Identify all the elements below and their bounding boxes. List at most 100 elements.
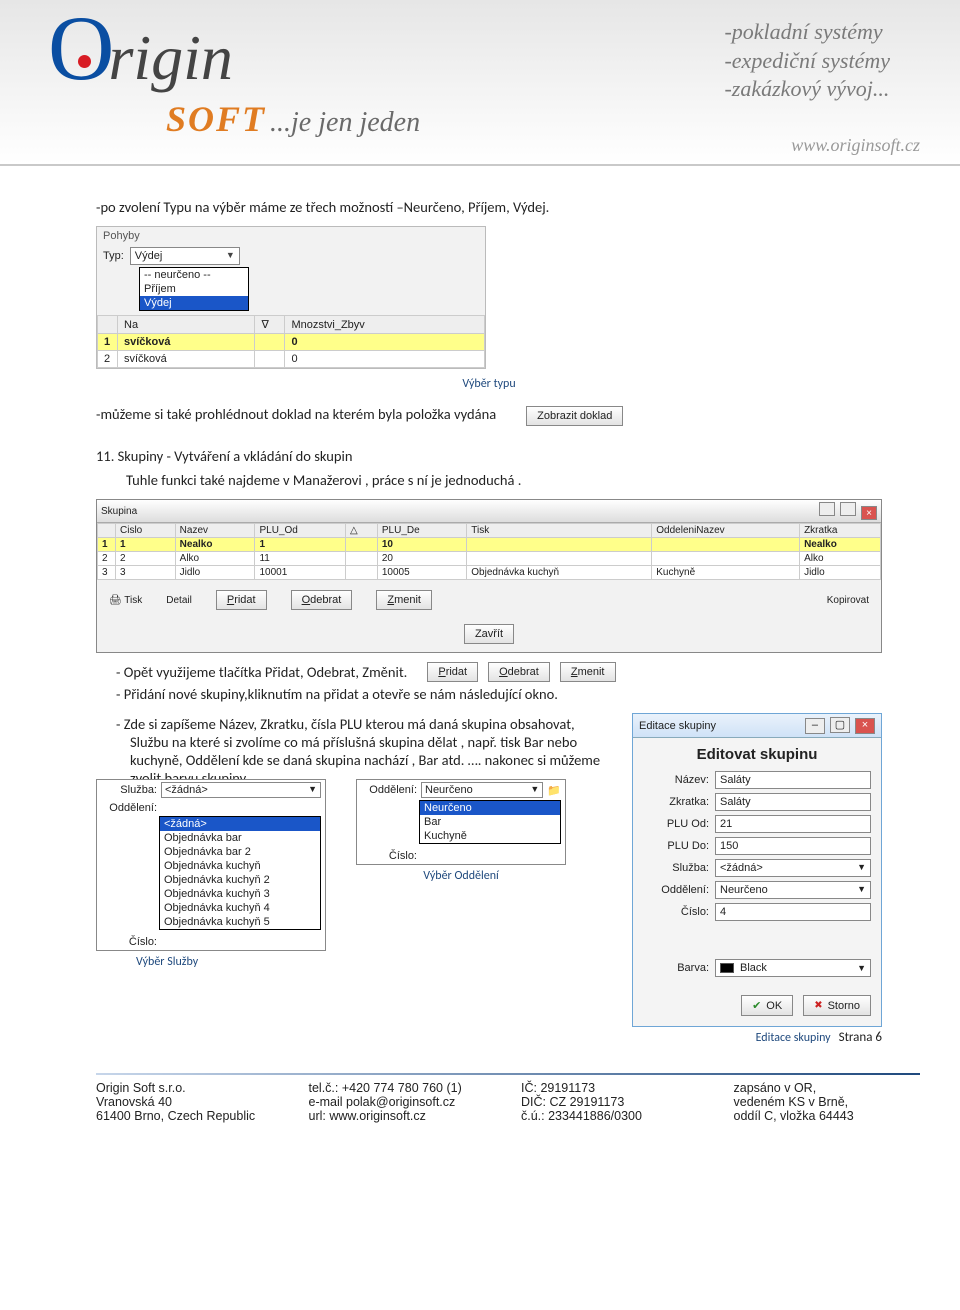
dialog-title: Editace skupiny bbox=[639, 720, 716, 732]
footer-company: Origin Soft s.r.o. bbox=[96, 1081, 283, 1095]
maximize-icon[interactable] bbox=[840, 502, 856, 516]
footer-or1: zapsáno v OR, bbox=[734, 1081, 921, 1095]
table-row[interactable]: 3 3 Jidlo 10001 10005 Objednávka kuchyň … bbox=[98, 566, 881, 580]
bullet-1: Opět využijeme tlačítka Přidat, Odebrat,… bbox=[130, 663, 407, 681]
col-cislo: Cislo bbox=[116, 524, 176, 538]
cell-name: svíčková bbox=[118, 334, 255, 351]
list-item[interactable]: Objednávka kuchyň bbox=[160, 859, 320, 873]
footer-ic: IČ: 29191173 bbox=[521, 1081, 708, 1095]
list-item[interactable]: Objednávka bar bbox=[160, 831, 320, 845]
para-doklad: -můžeme si také prohlédnout doklad na kt… bbox=[96, 405, 496, 423]
detail-button[interactable]: Detail bbox=[166, 595, 192, 606]
footer-dic: DIČ: CZ 29191173 bbox=[521, 1095, 708, 1109]
zkratka-label: Zkratka: bbox=[643, 796, 709, 808]
typ-opt-1[interactable]: Příjem bbox=[140, 282, 248, 296]
footer: Origin Soft s.r.o. Vranovská 40 61400 Br… bbox=[0, 1077, 960, 1137]
tisk-button[interactable]: Tisk bbox=[124, 595, 142, 606]
typ-opt-2[interactable]: Výdej bbox=[140, 296, 248, 310]
typ-dropdown-list[interactable]: -- neurčeno -- Příjem Výdej bbox=[139, 267, 249, 311]
chevron-down-icon: ▼ bbox=[857, 884, 866, 896]
oddeleni-combobox[interactable]: Neurčeno▼ bbox=[421, 782, 543, 798]
sluzba-option-list[interactable]: <žádná> Objednávka bar Objednávka bar 2 … bbox=[159, 816, 321, 930]
sluzba-combobox[interactable]: <žádná>▼ bbox=[161, 782, 321, 798]
col-tisk: Tisk bbox=[467, 524, 652, 538]
caption-editace: Editace skupiny bbox=[756, 1031, 831, 1045]
caption-vyber-typu: Výběr typu bbox=[96, 377, 882, 391]
pluod-field[interactable]: 21 bbox=[715, 815, 871, 833]
col-nazev: Nazev bbox=[175, 524, 255, 538]
oddeleni-select[interactable]: Neurčeno▼ bbox=[715, 881, 871, 899]
tagline-1: -pokladní systémy bbox=[724, 18, 890, 47]
cislo-field[interactable]: 4 bbox=[715, 903, 871, 921]
zmenit-button[interactable]: Zmenit bbox=[376, 590, 432, 610]
sluzba-select[interactable]: <žádná>▼ bbox=[715, 859, 871, 877]
list-item[interactable]: Neurčeno bbox=[420, 801, 560, 815]
barva-select[interactable]: Black ▼ bbox=[715, 959, 871, 977]
typ-combobox[interactable]: Výdej ▼ bbox=[130, 247, 240, 265]
table-row[interactable]: 1 svíčková 0 bbox=[98, 334, 485, 351]
pluod-label: PLU Od: bbox=[643, 818, 709, 830]
zavrit-button[interactable]: Zavřít bbox=[464, 624, 514, 644]
zkratka-field[interactable]: Saláty bbox=[715, 793, 871, 811]
sluzba-label: Služba: bbox=[101, 784, 157, 796]
nazev-field[interactable]: Saláty bbox=[715, 771, 871, 789]
col-plude: PLU_De bbox=[377, 524, 466, 538]
kopirovat-button[interactable]: Kopirovat bbox=[827, 595, 869, 606]
zobrazit-doklad-button[interactable]: Zobrazit doklad bbox=[526, 406, 623, 426]
logo-letter-O: O bbox=[48, 12, 114, 86]
zmenit-button-inline[interactable]: Zmenit bbox=[560, 662, 616, 682]
typ-opt-0[interactable]: -- neurčeno -- bbox=[140, 268, 248, 282]
minimize-icon[interactable] bbox=[819, 502, 835, 516]
bullet-3: Zde si zapíšeme Název, Zkratku, čísla PL… bbox=[130, 715, 614, 787]
list-item[interactable]: Objednávka kuchyň 5 bbox=[160, 915, 320, 929]
list-item[interactable]: Bar bbox=[420, 815, 560, 829]
oddeleni-option-list[interactable]: Neurčeno Bar Kuchyně bbox=[419, 800, 561, 844]
cell-qty: 0 bbox=[285, 351, 485, 368]
tagline-3: -zakázkový vývoj... bbox=[724, 75, 890, 104]
chevron-down-icon: ▼ bbox=[226, 250, 235, 262]
plude-field[interactable]: 150 bbox=[715, 837, 871, 855]
table-row[interactable]: 2 svíčková 0 bbox=[98, 351, 485, 368]
odd-label: Oddělení: bbox=[101, 802, 157, 814]
close-icon[interactable]: × bbox=[861, 506, 877, 520]
cell-name: svíčková bbox=[118, 351, 255, 368]
ok-button[interactable]: OK bbox=[741, 995, 793, 1016]
minimize-icon[interactable]: – bbox=[805, 718, 825, 734]
pridat-button-inline[interactable]: Pridat bbox=[427, 662, 478, 682]
footer-city: 61400 Brno, Czech Republic bbox=[96, 1109, 283, 1123]
storno-button[interactable]: Storno bbox=[803, 995, 871, 1016]
cislo-label: Číslo: bbox=[101, 936, 157, 948]
chevron-down-icon: ▼ bbox=[857, 963, 866, 973]
footer-or2: vedeném KS v Brně, bbox=[734, 1095, 921, 1109]
editace-dialog: Editace skupiny – ▢ × Editovat skupinu N… bbox=[632, 713, 882, 1027]
maximize-icon[interactable]: ▢ bbox=[830, 717, 850, 733]
list-item[interactable]: Kuchyně bbox=[420, 829, 560, 843]
taglines: -pokladní systémy -expediční systémy -za… bbox=[724, 18, 890, 104]
color-swatch-icon bbox=[720, 963, 734, 973]
sluzba-dropdown-panel: Služba: <žádná>▼ Oddělení: <žádná> Objed… bbox=[96, 779, 326, 951]
list-item[interactable]: Objednávka kuchyň 3 bbox=[160, 887, 320, 901]
close-icon[interactable]: × bbox=[855, 718, 875, 734]
pohyby-panel: Pohyby Typ: Výdej ▼ -- neurčeno -- Příje… bbox=[96, 226, 486, 369]
list-item[interactable]: <žádná> bbox=[160, 817, 320, 831]
footer-url: url: www.originsoft.cz bbox=[309, 1109, 496, 1123]
typ-value: Výdej bbox=[135, 250, 163, 262]
list-item[interactable]: Objednávka bar 2 bbox=[160, 845, 320, 859]
footer-email: e-mail polak@originsoft.cz bbox=[309, 1095, 496, 1109]
list-item[interactable]: Objednávka kuchyň 2 bbox=[160, 873, 320, 887]
table-row[interactable]: 2 2 Alko 11 20 Alko bbox=[98, 552, 881, 566]
logo: O rigin bbox=[48, 12, 233, 95]
table-row[interactable]: 1 1 Nealko 1 10 Nealko bbox=[98, 538, 881, 552]
folder-icon[interactable]: 📁 bbox=[547, 784, 561, 797]
logo-slogan: ...je jen jeden bbox=[270, 107, 420, 138]
footer-or3: oddíl C, vložka 64443 bbox=[734, 1109, 921, 1123]
pridat-button[interactable]: Pridat bbox=[216, 590, 267, 610]
footer-tel: tel.č.: +420 774 780 760 (1) bbox=[309, 1081, 496, 1095]
odebrat-button[interactable]: Odebrat bbox=[291, 590, 353, 610]
plude-label: PLU Do: bbox=[643, 840, 709, 852]
para-manazer: Tuhle funkci také najdeme v Manažerovi ,… bbox=[126, 471, 882, 489]
odebrat-button-inline[interactable]: Odebrat bbox=[488, 662, 550, 682]
list-item[interactable]: Objednávka kuchyň 4 bbox=[160, 901, 320, 915]
skupina-table: Cislo Nazev PLU_Od △ PLU_De Tisk Oddelen… bbox=[97, 523, 881, 580]
col-na: Na bbox=[118, 316, 255, 334]
